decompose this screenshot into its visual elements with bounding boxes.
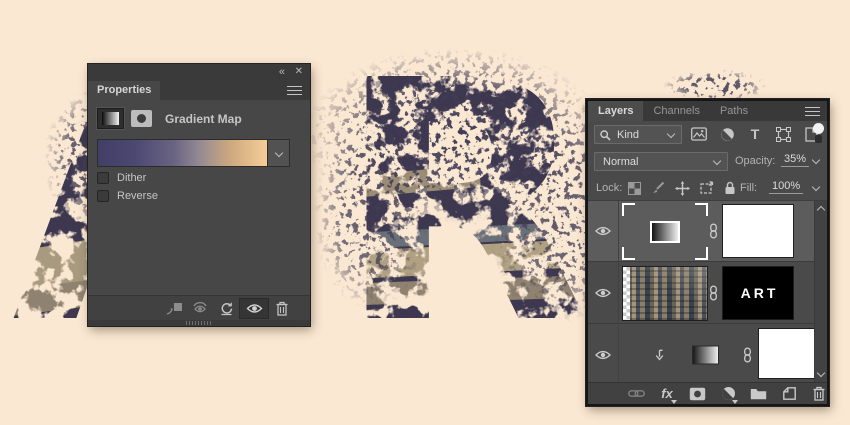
delete-adjustment-icon[interactable] <box>269 298 295 319</box>
filter-pixel-layers-icon[interactable] <box>691 126 707 142</box>
blend-row: Normal Opacity: 35% <box>588 148 827 175</box>
layer-styles-fx-icon[interactable]: fx <box>659 386 677 404</box>
layers-panel: Layers Channels Paths Kind T Normal Opac… <box>586 99 829 406</box>
panel-menu-icon[interactable] <box>287 86 302 95</box>
blend-mode-value: Normal <box>603 155 639 168</box>
filter-adjustment-layers-icon[interactable] <box>719 126 735 142</box>
visibility-eye-icon[interactable] <box>588 263 619 323</box>
visibility-eye-icon[interactable] <box>588 201 619 261</box>
new-layer-icon[interactable] <box>781 386 797 402</box>
filtering-on-off-toggle[interactable] <box>813 123 824 143</box>
layer-row-city-photo[interactable]: ART <box>588 263 827 324</box>
close-panel-icon[interactable]: ✕ <box>295 66 303 77</box>
layers-scrollbar[interactable] <box>814 201 827 384</box>
clipping-mask-arrow-icon <box>654 349 665 361</box>
dither-row: Dither <box>97 172 146 184</box>
reverse-label: Reverse <box>117 190 158 202</box>
white-mask-thumbnail[interactable] <box>722 204 794 258</box>
dither-label: Dither <box>117 172 147 184</box>
properties-tabbar: Properties <box>88 81 310 100</box>
white-mask-thumbnail[interactable] <box>758 328 816 379</box>
transparency-checkerboard <box>623 267 630 320</box>
tab-properties[interactable]: Properties <box>88 81 161 100</box>
type-letter: T <box>750 126 760 142</box>
mask-link-icon[interactable] <box>709 223 718 239</box>
scroll-down-icon[interactable] <box>816 368 826 378</box>
lock-all-icon[interactable] <box>722 180 738 196</box>
tab-layers[interactable]: Layers <box>588 101 644 121</box>
properties-panel: « ✕ Properties Gradient Map Dither Rever… <box>88 64 310 326</box>
scroll-up-icon[interactable] <box>816 205 826 215</box>
layer-filter-row: Kind T <box>588 121 827 148</box>
layer-row-gradient-map[interactable] <box>588 201 827 262</box>
lock-transparent-pixels-icon[interactable] <box>626 180 642 196</box>
link-layers-icon[interactable] <box>628 386 645 402</box>
clip-to-layer-icon[interactable] <box>161 298 187 319</box>
filter-type-layers-icon[interactable]: T <box>747 126 763 142</box>
tab-paths[interactable]: Paths <box>710 101 758 121</box>
opacity-chevron-icon[interactable] <box>811 155 821 165</box>
toggle-visibility-icon[interactable] <box>239 297 269 319</box>
gradient-map-layer-thumbnail[interactable] <box>622 203 708 260</box>
dither-checkbox[interactable] <box>97 172 109 184</box>
lock-image-pixels-icon[interactable] <box>650 180 666 196</box>
tab-channels[interactable]: Channels <box>643 101 709 121</box>
visibility-eye-icon[interactable] <box>588 325 619 385</box>
collapse-panel-icon[interactable]: « <box>279 66 285 78</box>
fill-chevron-icon[interactable] <box>811 182 821 192</box>
delete-layer-trash-icon[interactable] <box>811 386 827 402</box>
gradient-fill-thumbnail[interactable] <box>692 345 719 365</box>
view-previous-state-icon[interactable] <box>187 298 213 319</box>
mask-text: ART <box>740 285 779 301</box>
photoshop-workspace: A R <box>0 0 850 425</box>
gradient-picker-dropdown[interactable] <box>268 139 290 167</box>
lock-label: Lock: <box>596 182 623 194</box>
properties-footer <box>88 295 310 320</box>
opacity-value[interactable]: 35% <box>781 153 810 167</box>
opacity-label: Opacity: <box>735 155 776 167</box>
filter-kind-dropdown[interactable]: Kind <box>594 125 682 144</box>
layer-list: ART <box>588 201 827 385</box>
layers-bottom-bar: fx <box>588 382 827 404</box>
fill-label: Fill: <box>740 182 758 194</box>
adjustment-title: Gradient Map <box>165 111 242 126</box>
properties-titlebar: « ✕ <box>88 64 310 81</box>
layer-mask-icon[interactable] <box>131 110 152 127</box>
lock-artboard-nesting-icon[interactable] <box>698 180 714 196</box>
gradient-preview-bar[interactable] <box>97 139 268 167</box>
layers-menu-icon[interactable] <box>805 107 820 116</box>
mask-link-icon[interactable] <box>743 347 752 363</box>
lock-position-icon[interactable] <box>674 180 690 196</box>
gradient-map-icon <box>96 107 125 130</box>
city-photo-thumbnail[interactable] <box>622 266 708 321</box>
reverse-row: Reverse <box>97 190 158 202</box>
new-adjustment-layer-icon[interactable] <box>720 386 738 404</box>
filter-shape-layers-icon[interactable] <box>775 126 791 142</box>
reset-adjustment-icon[interactable] <box>213 298 239 319</box>
blend-mode-dropdown[interactable]: Normal <box>594 152 728 171</box>
layers-tabbar: Layers Channels Paths <box>588 101 827 121</box>
filter-kind-label: Kind <box>617 128 640 141</box>
new-group-folder-icon[interactable] <box>750 386 767 402</box>
art-text-mask-thumbnail[interactable]: ART <box>722 266 794 320</box>
layer-row-clipped-gradient[interactable] <box>588 325 827 385</box>
panel-resize-grip[interactable] <box>186 321 212 325</box>
mask-link-icon[interactable] <box>709 285 718 301</box>
lock-row: Lock: Fill: 100% <box>588 175 827 201</box>
search-icon <box>600 130 611 141</box>
adjustment-header: Gradient Map <box>96 107 242 130</box>
fill-value[interactable]: 100% <box>769 180 804 194</box>
add-layer-mask-icon[interactable] <box>689 386 706 402</box>
reverse-checkbox[interactable] <box>97 190 109 202</box>
